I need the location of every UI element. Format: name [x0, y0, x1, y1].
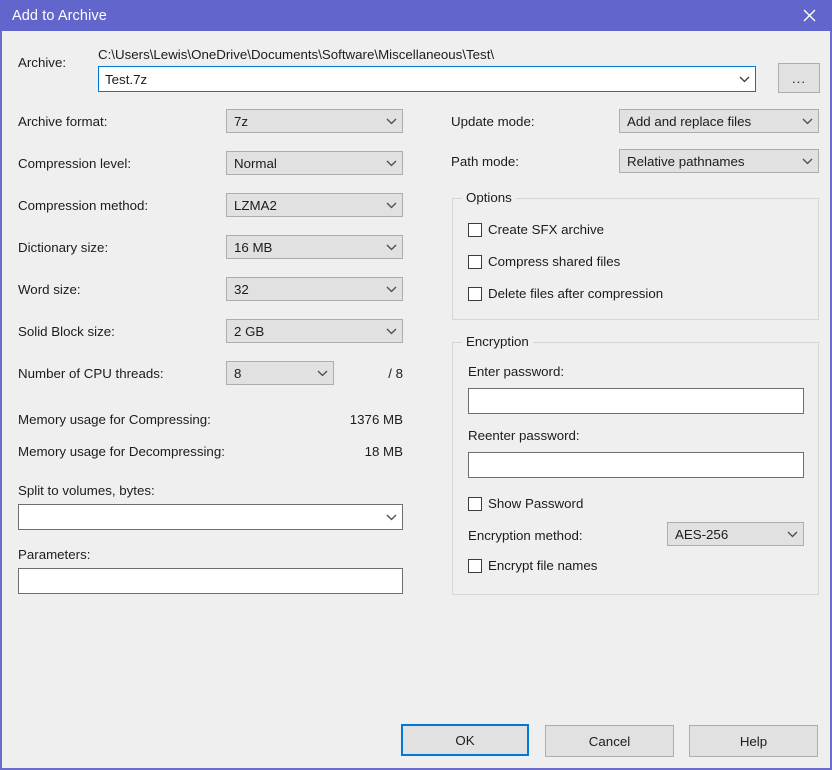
checkbox-label: Show Password	[488, 496, 583, 511]
checkbox-label: Encrypt file names	[488, 558, 597, 573]
memory-decompressing-label: Memory usage for Decompressing:	[18, 444, 225, 460]
archive-name-value: Test.7z	[99, 72, 733, 87]
title-bar: Add to Archive	[0, 0, 832, 31]
word-size-select[interactable]: 32	[226, 277, 403, 301]
compression-level-select[interactable]: Normal	[226, 151, 403, 175]
close-icon[interactable]	[786, 0, 832, 31]
checkbox-label: Delete files after compression	[488, 286, 663, 301]
compression-level-value: Normal	[227, 156, 380, 171]
window-title: Add to Archive	[12, 8, 107, 24]
split-volumes-label: Split to volumes, bytes:	[18, 483, 155, 499]
options-group-title: Options	[462, 190, 516, 205]
chevron-down-icon[interactable]	[796, 158, 818, 165]
browse-button[interactable]: ...	[778, 63, 820, 93]
update-mode-value: Add and replace files	[620, 114, 796, 129]
archive-format-value: 7z	[227, 114, 380, 129]
add-to-archive-dialog: Add to Archive Archive: C:\Users\Lewis\O…	[0, 0, 832, 770]
chevron-down-icon[interactable]	[380, 286, 402, 293]
path-mode-label: Path mode:	[451, 154, 519, 170]
archive-format-label: Archive format:	[18, 114, 107, 130]
solid-block-size-label: Solid Block size:	[18, 324, 115, 340]
help-button[interactable]: Help	[689, 725, 818, 757]
checkbox-delete-files-after-compression[interactable]: Delete files after compression	[468, 286, 663, 301]
chevron-down-icon[interactable]	[311, 370, 333, 377]
reenter-password-label: Reenter password:	[468, 428, 580, 444]
cpu-threads-label: Number of CPU threads:	[18, 366, 164, 382]
enter-password-input[interactable]	[468, 388, 804, 414]
chevron-down-icon[interactable]	[781, 531, 803, 538]
checkbox-icon[interactable]	[468, 287, 482, 301]
cpu-threads-value: 8	[227, 366, 311, 381]
dictionary-size-select[interactable]: 16 MB	[226, 235, 403, 259]
chevron-down-icon[interactable]	[733, 76, 755, 83]
cpu-threads-select[interactable]: 8	[226, 361, 334, 385]
encryption-group-title: Encryption	[462, 334, 533, 349]
compression-method-select[interactable]: LZMA2	[226, 193, 403, 217]
chevron-down-icon[interactable]	[380, 118, 402, 125]
word-size-value: 32	[227, 282, 380, 297]
reenter-password-input[interactable]	[468, 452, 804, 478]
encryption-method-select[interactable]: AES-256	[667, 522, 804, 546]
memory-compressing-label: Memory usage for Compressing:	[18, 412, 211, 428]
archive-format-select[interactable]: 7z	[226, 109, 403, 133]
checkbox-label: Create SFX archive	[488, 222, 604, 237]
compression-level-label: Compression level:	[18, 156, 131, 172]
memory-compressing-value: 1376 MB	[243, 412, 403, 427]
encryption-groupbox: Encryption Enter password: Reenter passw…	[452, 342, 819, 595]
archive-path-text: C:\Users\Lewis\OneDrive\Documents\Softwa…	[98, 47, 494, 63]
enter-password-label: Enter password:	[468, 364, 564, 380]
parameters-label: Parameters:	[18, 547, 90, 563]
update-mode-select[interactable]: Add and replace files	[619, 109, 819, 133]
update-mode-label: Update mode:	[451, 114, 535, 130]
split-volumes-input[interactable]	[18, 504, 403, 530]
checkbox-create-sfx-archive[interactable]: Create SFX archive	[468, 222, 604, 237]
path-mode-value: Relative pathnames	[620, 154, 796, 169]
checkbox-show-password[interactable]: Show Password	[468, 496, 583, 511]
chevron-down-icon[interactable]	[380, 328, 402, 335]
solid-block-size-value: 2 GB	[227, 324, 380, 339]
solid-block-size-select[interactable]: 2 GB	[226, 319, 403, 343]
checkbox-label: Compress shared files	[488, 254, 620, 269]
memory-decompressing-value: 18 MB	[243, 444, 403, 459]
chevron-down-icon[interactable]	[380, 202, 402, 209]
chevron-down-icon[interactable]	[380, 160, 402, 167]
parameters-input[interactable]	[18, 568, 403, 594]
compression-method-value: LZMA2	[227, 198, 380, 213]
chevron-down-icon[interactable]	[380, 244, 402, 251]
archive-name-input[interactable]: Test.7z	[98, 66, 756, 92]
options-groupbox: Options Create SFX archive Compress shar…	[452, 198, 819, 320]
word-size-label: Word size:	[18, 282, 81, 298]
path-mode-select[interactable]: Relative pathnames	[619, 149, 819, 173]
checkbox-compress-shared-files[interactable]: Compress shared files	[468, 254, 620, 269]
archive-label: Archive:	[18, 55, 66, 71]
cancel-button[interactable]: Cancel	[545, 725, 674, 757]
encryption-method-value: AES-256	[668, 527, 781, 542]
checkbox-encrypt-file-names[interactable]: Encrypt file names	[468, 558, 597, 573]
checkbox-icon[interactable]	[468, 255, 482, 269]
ok-button[interactable]: OK	[401, 724, 529, 756]
checkbox-icon[interactable]	[468, 223, 482, 237]
chevron-down-icon[interactable]	[796, 118, 818, 125]
chevron-down-icon[interactable]	[380, 514, 402, 521]
checkbox-icon[interactable]	[468, 559, 482, 573]
compression-method-label: Compression method:	[18, 198, 148, 214]
cpu-threads-total: / 8	[343, 366, 403, 381]
dictionary-size-value: 16 MB	[227, 240, 380, 255]
dictionary-size-label: Dictionary size:	[18, 240, 108, 256]
encryption-method-label: Encryption method:	[468, 528, 583, 544]
checkbox-icon[interactable]	[468, 497, 482, 511]
